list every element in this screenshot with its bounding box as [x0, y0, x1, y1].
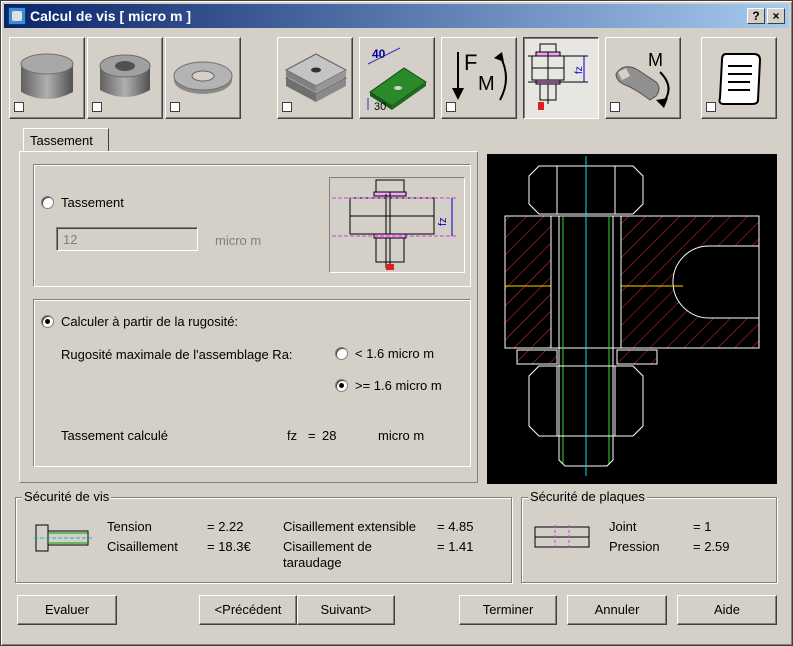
toolbar-nut-button[interactable] [87, 37, 163, 119]
roughness-label: Rugosité maximale de l'assemblage Ra: [61, 347, 293, 362]
toolbar-bolt-head-button[interactable] [9, 37, 85, 119]
window-title: Calcul de vis [ micro m ] [30, 8, 192, 24]
computed-settlement-label: Tassement calculé [61, 428, 168, 443]
toolbar-settlement-button[interactable]: fz [523, 37, 599, 119]
moment-label: M [478, 73, 495, 95]
pressure-value: = 2.59 [693, 539, 730, 554]
roughness-high-label: >= 1.6 micro m [355, 378, 442, 393]
toolbar-plate-dimensions-button[interactable]: 40 30 [359, 37, 435, 119]
radio-roughness-low[interactable] [335, 347, 348, 360]
help-button[interactable]: ? [747, 8, 765, 24]
settlement-diagram: fz [329, 177, 465, 273]
ext-shear-value: = 4.85 [437, 519, 474, 534]
diagram-fz-label: fz [437, 217, 449, 226]
dimension-top-label: 40 [372, 47, 386, 61]
thread-shear-value: = 1.41 [437, 539, 474, 554]
thread-shear-label-2: taraudage [283, 555, 342, 570]
tension-label: Tension [107, 519, 152, 534]
title-bar[interactable]: Calcul de vis [ micro m ] ? × [4, 4, 789, 28]
force-label: F [464, 50, 477, 75]
computed-eq: = [308, 428, 316, 443]
help-dialog-button[interactable]: Aide [677, 595, 777, 625]
bolt-head-check[interactable] [14, 102, 24, 112]
next-button[interactable]: Suivant> [297, 595, 395, 625]
assembly-section-drawing [504, 156, 760, 476]
settlement-value-input[interactable]: 12 [56, 227, 198, 251]
manual-unit-label: micro m [215, 233, 262, 248]
plate-safety-icon [534, 525, 590, 549]
dimension-bottom-label: 30 [374, 101, 386, 113]
tab-tassement[interactable]: Tassement [23, 128, 109, 152]
radio-roughness-label: Calculer à partir de la rugosité: [61, 314, 239, 329]
settlement-icon: fz [528, 43, 588, 110]
radio-roughness-high[interactable] [335, 379, 348, 392]
settlement-fz-label: fz [574, 66, 585, 74]
radio-manual-label: Tassement [61, 195, 124, 210]
tension-value: = 2.22 [207, 519, 244, 534]
nut-check[interactable] [92, 102, 102, 112]
toolbar-force-moment-button[interactable]: F M [441, 37, 517, 119]
joint-label: Joint [609, 519, 637, 534]
roughness-low-label: < 1.6 micro m [355, 346, 435, 361]
app-icon [8, 7, 26, 25]
settlement-diagram-graphic: fz [332, 179, 456, 270]
close-button[interactable]: × [767, 8, 785, 24]
plate-safety-title: Sécurité de plaques [528, 489, 647, 504]
toolbar-report-button[interactable] [701, 37, 777, 119]
bolt-safety-icon [34, 524, 92, 552]
radio-roughness[interactable] [41, 315, 54, 328]
washer-check[interactable] [170, 102, 180, 112]
toolbar-washer-button[interactable] [165, 37, 241, 119]
dialog-window: Calcul de vis [ micro m ] ? × 40 30 F M … [0, 0, 793, 646]
assembly-preview [487, 154, 777, 484]
plates-check[interactable] [282, 102, 292, 112]
toolbar-tightening-button[interactable]: M [605, 37, 681, 119]
finish-button[interactable]: Terminer [459, 595, 557, 625]
computed-value: 28 [322, 428, 337, 443]
toolbar-plates-button[interactable] [277, 37, 353, 119]
computed-unit: micro m [378, 428, 425, 443]
thread-shear-label-1: Cisaillement de [283, 539, 372, 554]
force-moment-check[interactable] [446, 102, 456, 112]
torque-label: M [648, 50, 663, 70]
joint-value: = 1 [693, 519, 712, 534]
shear-value: = 18.3€ [207, 539, 251, 554]
cancel-button[interactable]: Annuler [567, 595, 667, 625]
radio-manual-settlement[interactable] [41, 196, 54, 209]
evaluate-button[interactable]: Evaluer [17, 595, 117, 625]
plate-dimension-icon: 40 30 [367, 47, 427, 113]
previous-button[interactable]: <Précédent [199, 595, 297, 625]
shear-label: Cisaillement [107, 539, 178, 554]
bolt-safety-title: Sécurité de vis [22, 489, 112, 504]
ext-shear-label: Cisaillement extensible [283, 519, 416, 534]
pressure-label: Pression [609, 539, 660, 554]
computed-fz-symbol: fz [287, 428, 298, 443]
report-check[interactable] [706, 102, 716, 112]
tightening-check[interactable] [610, 102, 620, 112]
